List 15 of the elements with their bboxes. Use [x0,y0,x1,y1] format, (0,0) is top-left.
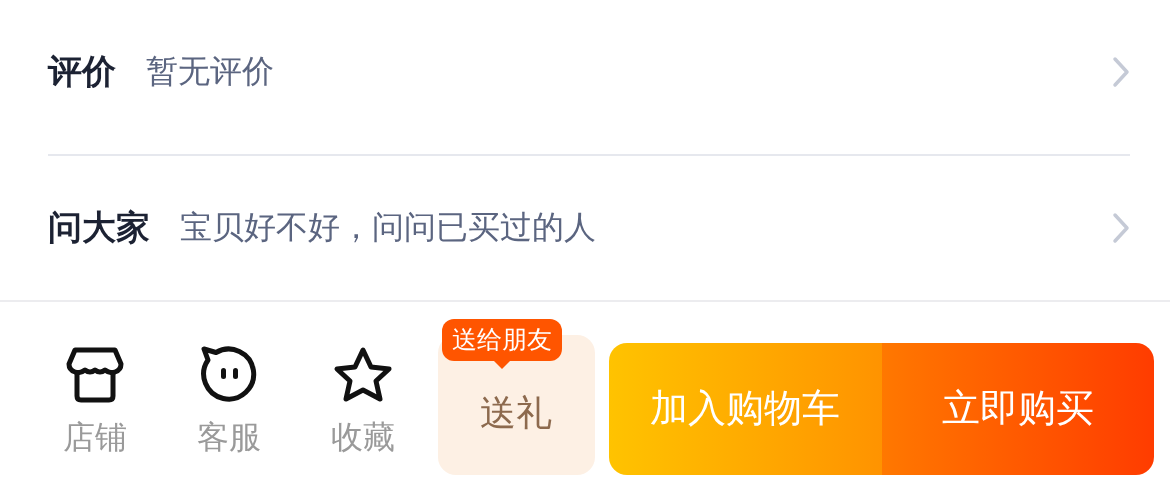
chevron-right-icon[interactable] [1112,212,1130,244]
gift-tooltip: 送给朋友 [441,318,562,369]
shop-icon [64,345,125,404]
chevron-right-icon[interactable] [1112,56,1130,88]
action-label[interactable]: 收藏 [330,415,395,460]
face-bubble-icon [198,345,259,404]
action-label[interactable]: 店铺 [62,415,127,460]
row-title: 问大家 [48,206,150,249]
row-subtitle: 暂无评价 [146,51,275,92]
row-subtitle: 宝贝好不好，问问已买过的人 [180,207,597,248]
row-title: 评价 [48,50,116,93]
buy-now-button[interactable]: 立即购买 [882,342,1154,475]
star-icon [332,345,393,404]
action-label[interactable]: 客服 [196,415,261,460]
add-to-cart-button[interactable]: 加入购物车 [608,342,883,475]
